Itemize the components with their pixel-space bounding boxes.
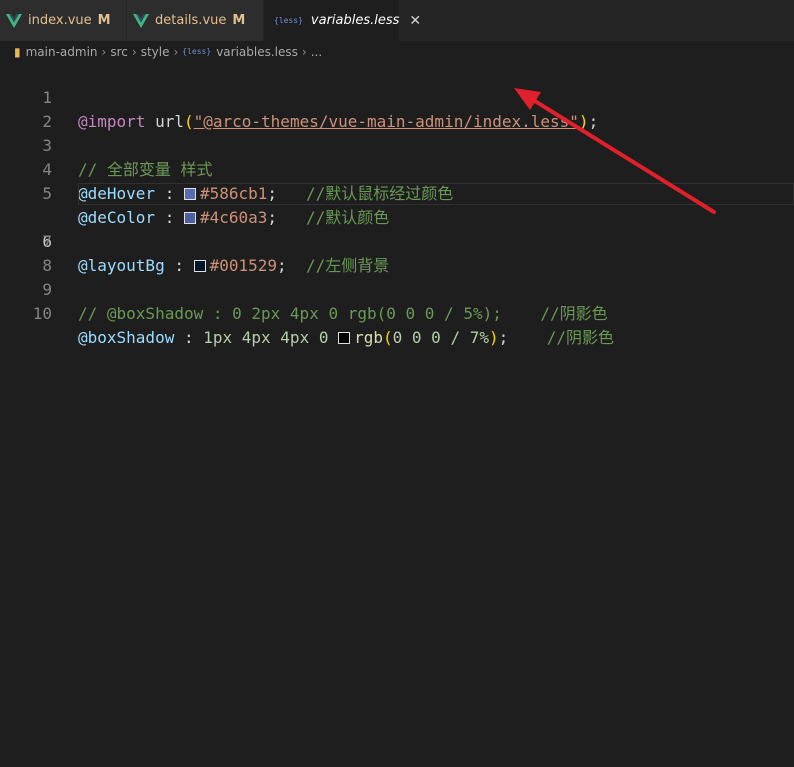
code-editor[interactable]: 1 @import url("@arco-themes/vue-main-adm… <box>0 62 794 767</box>
code-line-9: 9 // @boxShadow : 0 2px 4px 0 rgb(0 0 0 … <box>0 254 794 323</box>
paren-open: ( <box>383 328 393 347</box>
shadow-values: 1px 4px 4px 0 <box>203 328 339 347</box>
code-line-2: 2 <box>0 86 794 131</box>
tab-index-vue[interactable]: index.vue M <box>0 0 127 41</box>
chevron-right-icon: › <box>101 44 107 59</box>
code-line-1: 1 @import url("@arco-themes/vue-main-adm… <box>0 62 794 131</box>
tab-variables-less[interactable]: {less} variables.less ✕ <box>264 0 421 41</box>
breadcrumb-item-main-admin[interactable]: main-admin <box>26 45 98 59</box>
tab-label: details.vue <box>155 13 227 28</box>
variable-name: @boxShadow <box>78 328 175 347</box>
tab-label: index.vue <box>28 13 92 28</box>
code-line-8: 8 <box>0 230 794 275</box>
rgb-function: rgb <box>354 328 383 347</box>
semicolon: ; <box>498 328 547 347</box>
rgb-args: 0 0 0 / 7% <box>392 328 489 347</box>
close-icon[interactable]: ✕ <box>409 13 421 29</box>
colon: : <box>174 328 204 347</box>
code-line-3: 3 // 全部变量 样式 <box>0 110 794 179</box>
code-line-6: 6 <box>0 182 794 251</box>
vue-icon <box>6 13 22 28</box>
tab-bar: index.vue M details.vue M {less} variabl… <box>0 0 794 41</box>
breadcrumb: ▮ main-admin › src › style › {less} vari… <box>0 41 794 62</box>
tab-label: variables.less <box>310 13 400 28</box>
breadcrumb-item-style[interactable]: style <box>141 45 170 59</box>
comment: // @boxShadow : 0 2px 4px 0 rgb(0 0 0 / … <box>78 304 608 323</box>
comment: //阴影色 <box>546 328 615 347</box>
less-file-icon: {less} <box>182 47 212 56</box>
folder-icon: ▮ <box>14 44 21 59</box>
breadcrumb-item-variables-less[interactable]: variables.less <box>216 45 298 59</box>
modified-badge: M <box>232 13 246 28</box>
breadcrumb-item-more[interactable]: ... <box>311 45 322 59</box>
tab-details-vue[interactable]: details.vue M <box>127 0 264 41</box>
chevron-right-icon: › <box>173 44 179 59</box>
code-line-7: 7 @layoutBg : #001529; //左侧背景 <box>0 206 794 275</box>
color-swatch[interactable] <box>338 332 351 344</box>
vue-icon <box>133 13 149 28</box>
line-number: 10 <box>32 304 52 323</box>
breadcrumb-item-src[interactable]: src <box>110 45 128 59</box>
current-line-highlight <box>78 183 794 205</box>
code-line-5: 5 @deColor : #4c60a3; //默认颜色 <box>0 158 794 227</box>
paren-close: ) <box>488 328 499 347</box>
code-line-4: 4 @deHover : #586cb1; //默认鼠标经过颜色 <box>0 134 794 203</box>
code-line-10: 10 @boxShadow : 1px 4px 4px 0 rgb(0 0 0 … <box>0 278 794 347</box>
modified-badge: M <box>97 13 111 28</box>
less-file-icon: {less} <box>274 16 303 25</box>
chevron-right-icon: › <box>131 44 137 59</box>
chevron-right-icon: › <box>301 44 307 59</box>
